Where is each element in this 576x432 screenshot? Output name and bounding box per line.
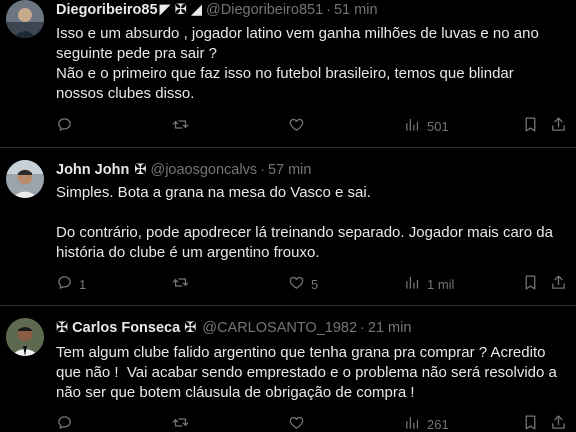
avatar[interactable]	[6, 160, 44, 198]
like-icon	[288, 116, 305, 136]
retweet-icon	[172, 116, 189, 136]
display-name[interactable]: Diegoribeiro85	[56, 2, 158, 18]
views-button[interactable]: 501	[404, 116, 449, 136]
retweet-button[interactable]	[172, 414, 195, 432]
bookmark-button[interactable]	[522, 414, 539, 432]
like-icon	[288, 414, 305, 432]
tweet-text-content: Tem algum clube falido argentino que ten…	[56, 344, 557, 401]
tweet-text: Isso e um absurdo , jogador latino vem g…	[56, 24, 568, 104]
views-icon	[404, 116, 421, 136]
views-icon	[404, 414, 421, 432]
retweet-icon	[172, 414, 189, 432]
timestamp[interactable]: 21 min	[368, 320, 412, 336]
avatar[interactable]	[6, 318, 44, 356]
separator-dot: ·	[326, 2, 331, 18]
reply-icon	[56, 274, 73, 294]
reply-button[interactable]: 1	[56, 274, 86, 294]
reply-button[interactable]	[56, 414, 79, 432]
action-bar: 1 5 1 mil	[56, 274, 571, 294]
display-name[interactable]: ✠ Carlos Fonseca ✠	[56, 320, 196, 336]
share-button[interactable]	[550, 414, 567, 432]
reply-icon	[56, 414, 73, 432]
share-icon	[550, 274, 567, 294]
separator-dot: ·	[360, 320, 365, 336]
like-count: 5	[311, 276, 319, 292]
reply-icon	[56, 116, 73, 136]
tweet-header: John John ✠ @joaosgoncalvs · 57 min	[56, 160, 566, 180]
retweet-icon	[172, 274, 189, 294]
reply-count: 1	[79, 276, 87, 292]
user-handle[interactable]: @joaosgoncalvs	[150, 162, 257, 178]
name-emoji: ✠	[134, 162, 147, 178]
bookmark-icon	[522, 414, 539, 432]
tweet-text: Simples. Bota a grana na mesa do Vasco e…	[56, 183, 568, 263]
share-icon	[550, 414, 567, 432]
display-name[interactable]: John John	[56, 162, 129, 178]
tweet[interactable]: ✠ Carlos Fonseca ✠ @CARLOSANTO_1982 · 21 mi…	[0, 306, 576, 432]
tweet-header: Diegoribeiro85 ◤ ✠ ◢ @Diegoribeiro851 · 51 m…	[56, 0, 566, 20]
bookmark-icon	[522, 274, 539, 294]
share-icon	[550, 116, 567, 136]
share-button[interactable]	[550, 274, 567, 294]
retweet-button[interactable]	[172, 274, 195, 294]
bookmark-button[interactable]	[522, 116, 539, 136]
views-button[interactable]: 1 mil	[404, 274, 454, 294]
user-handle[interactable]: @Diegoribeiro851	[206, 2, 323, 18]
like-icon	[288, 274, 305, 294]
share-button[interactable]	[550, 116, 567, 136]
action-bar: 261	[56, 414, 571, 432]
separator-dot: ·	[260, 162, 265, 178]
reply-button[interactable]	[56, 116, 79, 136]
tweet-feed: Diegoribeiro85 ◤ ✠ ◢ @Diegoribeiro851 · 51 m…	[0, 0, 576, 432]
name-emoji: ◤ ✠ ◢	[159, 2, 203, 18]
tweet[interactable]: Diegoribeiro85 ◤ ✠ ◢ @Diegoribeiro851 · 51 m…	[0, 0, 576, 148]
view-count: 1 mil	[427, 276, 455, 292]
like-button[interactable]: 5	[288, 274, 318, 294]
tweet-text-content: Isso e um absurdo , jogador latino vem g…	[56, 25, 539, 102]
bookmark-button[interactable]	[522, 274, 539, 294]
avatar[interactable]	[6, 0, 44, 38]
timestamp[interactable]: 51 min	[334, 2, 378, 18]
bookmark-icon	[522, 116, 539, 136]
views-button[interactable]: 261	[404, 414, 449, 432]
tweet[interactable]: John John ✠ @joaosgoncalvs · 57 min Simples.…	[0, 148, 576, 306]
action-bar: 501	[56, 116, 571, 136]
tweet-text-content: Simples. Bota a grana na mesa do Vasco e…	[56, 184, 553, 261]
user-handle[interactable]: @CARLOSANTO_1982	[202, 320, 357, 336]
retweet-button[interactable]	[172, 116, 195, 136]
views-icon	[404, 274, 421, 294]
like-button[interactable]	[288, 116, 311, 136]
timestamp[interactable]: 57 min	[268, 162, 312, 178]
tweet-text: Tem algum clube falido argentino que ten…	[56, 343, 568, 403]
tweet-header: ✠ Carlos Fonseca ✠ @CARLOSANTO_1982 · 21 mi…	[56, 318, 566, 338]
like-button[interactable]	[288, 414, 311, 432]
view-count: 261	[427, 416, 449, 432]
view-count: 501	[427, 118, 449, 134]
